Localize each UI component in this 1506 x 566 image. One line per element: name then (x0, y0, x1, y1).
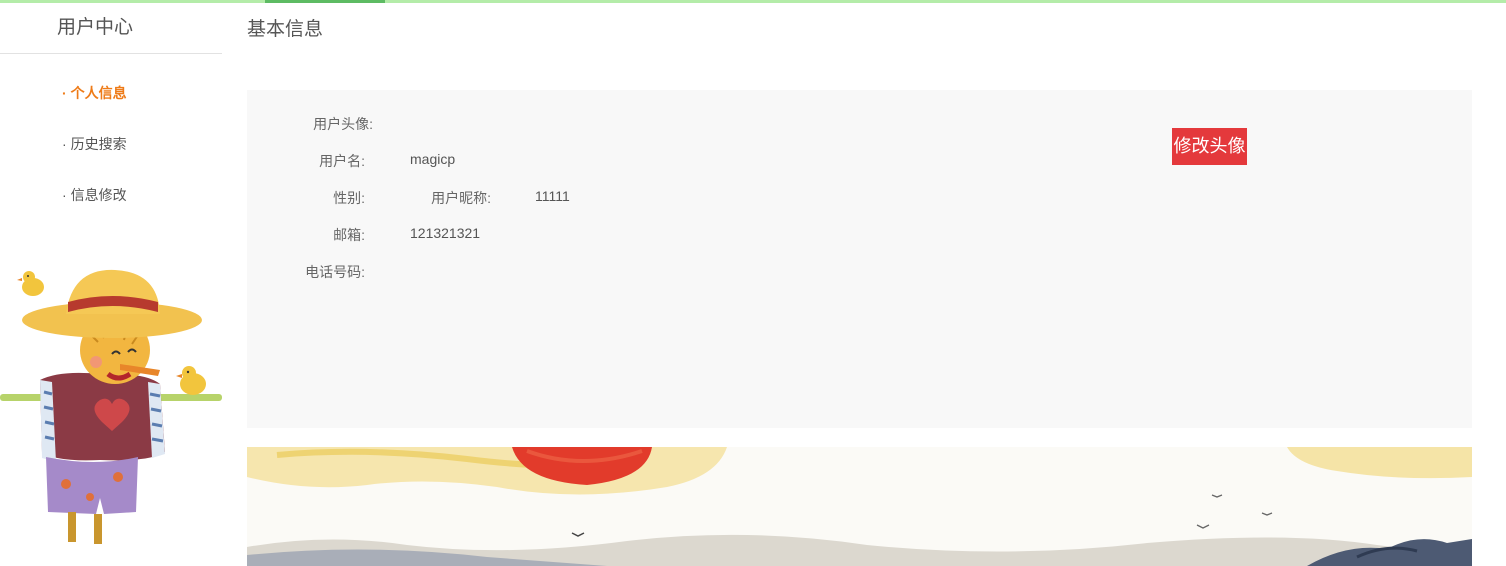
page-title: 基本信息 (247, 19, 324, 40)
change-avatar-button[interactable]: 修改头像 (1172, 128, 1247, 165)
sidebar-item-label: 个人信息 (70, 85, 127, 101)
bullet-dot-icon: · (62, 136, 67, 152)
username-row: 用户名: magicp (247, 151, 647, 171)
nickname-value: 11111 (535, 188, 570, 204)
bullet-dot-icon: · (62, 187, 67, 203)
avatar-label: 用户头像: (313, 116, 373, 132)
sidebar-item-personal-info[interactable]: · 个人信息 (62, 83, 127, 103)
phone-label: 电话号码: (305, 264, 365, 280)
gender-label: 性别: (333, 190, 365, 206)
avatar-row: 用户头像: (247, 114, 377, 134)
gender-nickname-row: 性别: 用户昵称: 11111 (247, 188, 647, 208)
basic-info-panel: 用户头像: 用户名: magicp 性别: 用户昵称: 11111 邮箱: 12… (247, 90, 1472, 428)
email-label: 邮箱: (333, 227, 365, 243)
email-value: 121321321 (410, 225, 481, 241)
top-progress-accent (265, 0, 385, 3)
top-progress-bar (0, 0, 1506, 3)
email-row: 邮箱: 121321321 (247, 225, 647, 245)
username-label: 用户名: (319, 153, 365, 169)
sidebar-item-edit-info[interactable]: · 信息修改 (62, 185, 127, 205)
sidebar-title: 用户中心 (0, 3, 222, 54)
bullet-dot-icon: · (62, 85, 67, 101)
sidebar-item-label: 信息修改 (70, 187, 127, 203)
nickname-label: 用户昵称: (431, 190, 491, 206)
sidebar-item-search-history[interactable]: · 历史搜索 (62, 134, 127, 154)
sidebar-title-text: 用户中心 (57, 17, 134, 38)
phone-row: 电话号码: (247, 262, 647, 282)
landscape-illustration (247, 447, 1472, 566)
bird-icon (176, 366, 206, 395)
username-value: magicp (410, 151, 456, 167)
bird-icon (17, 271, 44, 296)
sidebar-item-label: 历史搜索 (70, 136, 127, 152)
scarecrow-illustration (0, 269, 222, 544)
